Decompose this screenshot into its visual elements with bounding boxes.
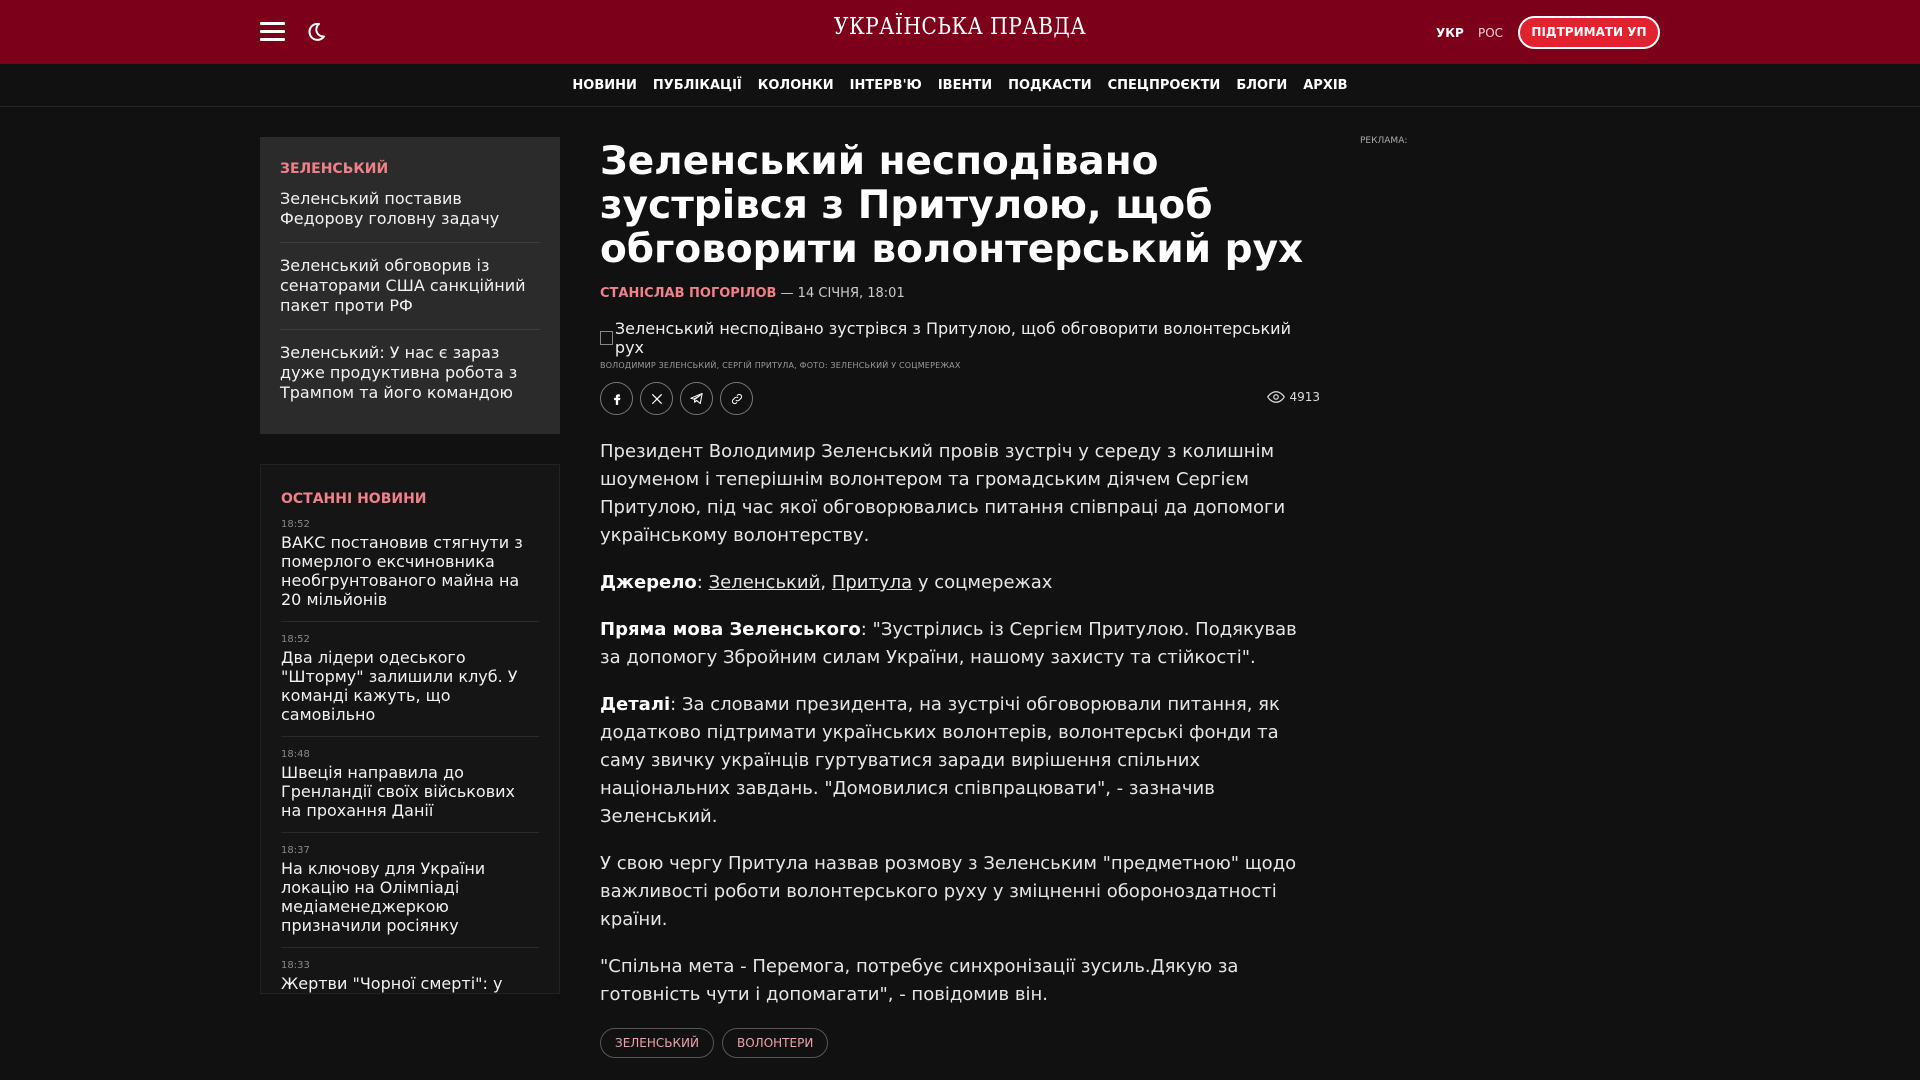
dark-mode-icon[interactable] — [304, 20, 328, 44]
news-title[interactable]: Два лідери одеського "Шторму" залишили к… — [281, 648, 539, 724]
views-counter: 4913 — [1267, 390, 1320, 404]
topic-box-title[interactable]: ЗЕЛЕНСЬКИЙ — [280, 161, 540, 177]
nav-item-news[interactable]: НОВИНИ — [572, 78, 636, 93]
source-link-prytula[interactable]: Притула — [832, 572, 912, 593]
copy-link-button[interactable] — [720, 382, 753, 415]
quote-label: Пряма мова Зеленського — [600, 619, 861, 640]
topic-item[interactable]: Зеленський: У нас є зараз дуже продуктив… — [280, 343, 540, 416]
photo-alt-text: Зеленський несподівано зустрівся з Приту… — [614, 319, 1291, 357]
menu-icon[interactable] — [260, 22, 285, 42]
article-details: Деталі: За словами президента, на зустрі… — [600, 691, 1320, 831]
article-lead: Президент Володимир Зеленський провів зу… — [600, 441, 1286, 546]
photo-caption: ВОЛОДИМИР ЗЕЛЕНСЬКИЙ, СЕРГІЙ ПРИТУЛА, ФО… — [600, 361, 961, 370]
news-time: 18:52 — [281, 634, 310, 645]
news-title[interactable]: Швеція направила до Гренландії своїх вій… — [281, 763, 539, 820]
news-time: 18:37 — [281, 845, 310, 856]
tag-list: ЗЕЛЕНСЬКИЙ ВОЛОНТЕРИ — [600, 1028, 1320, 1058]
article-headline: Зеленський несподівано зустрівся з Приту… — [600, 139, 1304, 272]
tag-volunteers[interactable]: ВОЛОНТЕРИ — [722, 1028, 829, 1058]
news-item[interactable]: 18:52 Два лідери одеського "Шторму" зали… — [281, 634, 539, 737]
link-icon — [731, 393, 742, 404]
nav-item-podcasts[interactable]: ПОДКАСТИ — [1008, 78, 1091, 93]
news-title[interactable]: Жертви "Чорної смерті": у Німеччині вияв… — [281, 974, 539, 993]
news-time: 18:33 — [281, 960, 310, 971]
news-title[interactable]: ВАКС постановив стягнути з померлого екс… — [281, 533, 539, 609]
nav-item-archive[interactable]: АРХІВ — [1303, 78, 1347, 93]
support-button[interactable]: ПІДТРИМАТИ УП — [1518, 16, 1660, 49]
main-nav: НОВИНИ ПУБЛІКАЦІЇ КОЛОНКИ ІНТЕРВ'Ю ІВЕНТ… — [0, 64, 1920, 107]
x-icon — [651, 393, 662, 404]
telegram-icon — [690, 392, 703, 405]
topic-box: ЗЕЛЕНСЬКИЙ Зеленський поставив Федорову … — [260, 137, 560, 434]
nav-item-blogs[interactable]: БЛОГИ — [1236, 78, 1287, 93]
topic-item[interactable]: Зеленський поставив Федорову головну зад… — [280, 189, 540, 243]
news-item[interactable]: 18:48 Швеція направила до Гренландії сво… — [281, 749, 539, 833]
author-link[interactable]: СТАНІСЛАВ ПОГОРІЛОВ — [600, 286, 776, 301]
latest-news-box: ОСТАННІ НОВИНИ 18:52 ВАКС постановив стя… — [260, 464, 560, 994]
facebook-icon — [613, 393, 620, 405]
share-row: 4913 — [600, 382, 1320, 416]
ad-label: РЕКЛАМА: — [1360, 136, 1408, 146]
byline: СТАНІСЛАВ ПОГОРІЛОВ — 14 СІЧНЯ, 18:01 — [600, 286, 1320, 301]
tag-zelensky[interactable]: ЗЕЛЕНСЬКИЙ — [600, 1028, 714, 1058]
x-share-button[interactable] — [640, 382, 673, 415]
nav-item-interviews[interactable]: ІНТЕРВ'Ю — [850, 78, 922, 93]
news-item[interactable]: 18:52 ВАКС постановив стягнути з померло… — [281, 519, 539, 622]
article-quote: Пряма мова Зеленського: "Зустрілись із С… — [600, 616, 1320, 672]
nav-item-events[interactable]: ІВЕНТИ — [938, 78, 992, 93]
source-label: Джерело — [600, 572, 697, 593]
article-photo: Зеленський несподівано зустрівся з Приту… — [600, 319, 1320, 357]
top-bar: УКРАЇНСЬКА ПРАВДА УКР РОС ПІДТРИМАТИ УП — [0, 0, 1920, 64]
topic-item[interactable]: Зеленський обговорив із сенаторами США с… — [280, 256, 540, 330]
news-item[interactable]: 18:37 На ключову для України локацію на … — [281, 845, 539, 948]
article: Зеленський несподівано зустрівся з Приту… — [600, 140, 1320, 1058]
views-count: 4913 — [1289, 390, 1320, 404]
lang-ukr-link[interactable]: УКР — [1436, 26, 1464, 40]
lang-ros-link[interactable]: РОС — [1478, 26, 1503, 40]
details-text: : За словами президента, на зустрічі обг… — [600, 694, 1280, 827]
news-title[interactable]: На ключову для України локацію на Олімпі… — [281, 859, 539, 935]
eye-icon — [1267, 391, 1286, 403]
article-source: Джерело: Зеленський, Притула у соцмережа… — [600, 572, 1053, 593]
article-paragraph: "Спільна мета - Перемога, потребує синхр… — [600, 956, 1239, 1005]
news-item[interactable]: 18:33 Жертви "Чорної смерті": у Німеччин… — [281, 960, 539, 993]
telegram-share-button[interactable] — [680, 382, 713, 415]
latest-news-title: ОСТАННІ НОВИНИ — [281, 491, 427, 507]
article-paragraph: У свою чергу Притула назвав розмову з Зе… — [600, 853, 1297, 930]
nav-item-specprojects[interactable]: СПЕЦПРОЄКТИ — [1108, 78, 1221, 93]
site-logo[interactable]: УКРАЇНСЬКА ПРАВДА — [828, 14, 1092, 40]
facebook-share-button[interactable] — [600, 382, 633, 415]
nav-item-publications[interactable]: ПУБЛІКАЦІЇ — [653, 78, 742, 93]
nav-item-columns[interactable]: КОЛОНКИ — [758, 78, 834, 93]
source-link-zelensky[interactable]: Зеленський — [709, 572, 821, 593]
broken-image-icon — [600, 331, 613, 345]
news-time: 18:48 — [281, 749, 310, 760]
publish-date: — 14 СІЧНЯ, 18:01 — [776, 286, 905, 301]
details-label: Деталі — [600, 694, 671, 715]
news-time: 18:52 — [281, 519, 310, 530]
source-tail: у соцмережах — [912, 572, 1053, 593]
